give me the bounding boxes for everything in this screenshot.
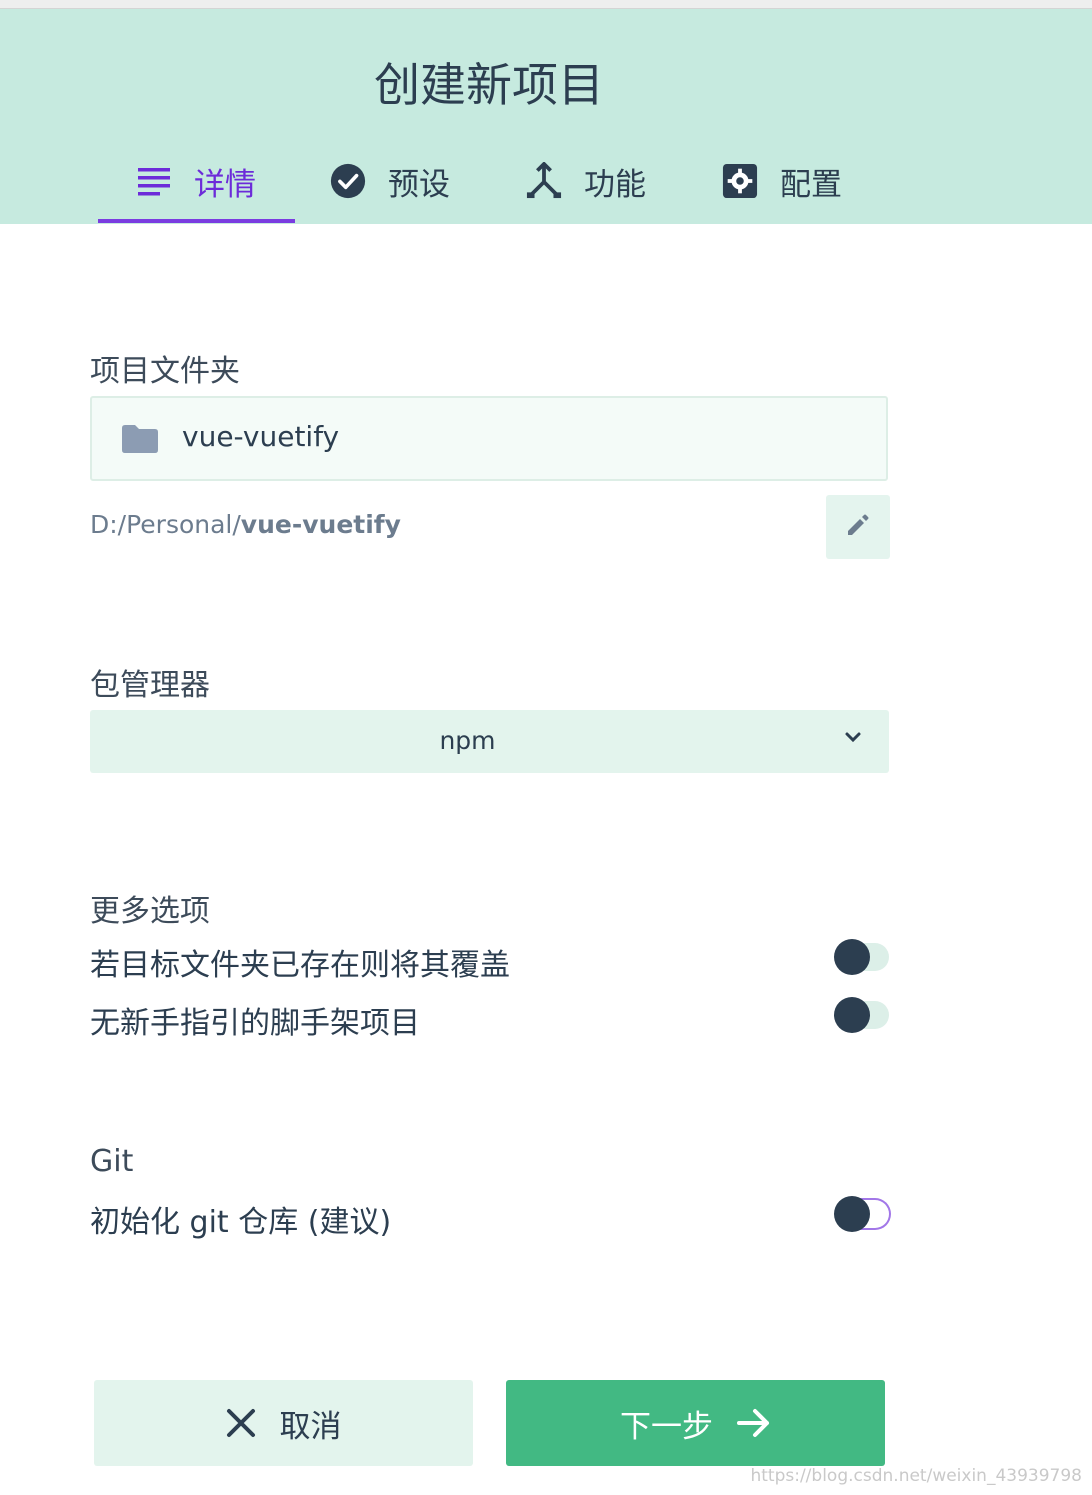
- tab-presets[interactable]: 预设: [330, 148, 450, 214]
- git-section-label: Git: [90, 1144, 134, 1179]
- git-init-toggle[interactable]: [834, 1196, 889, 1232]
- no-guide-option-label: 无新手指引的脚手架项目: [90, 1006, 420, 1041]
- call-split-icon: [526, 162, 562, 199]
- toggle-knob: [834, 1196, 870, 1232]
- settings-box-icon: [722, 163, 758, 199]
- cancel-label: 取消: [279, 1408, 342, 1445]
- tab-label: 功能: [584, 166, 646, 203]
- project-folder-input[interactable]: vue-vuetify: [90, 396, 888, 481]
- next-label: 下一步: [620, 1408, 713, 1445]
- pencil-icon: [845, 512, 871, 542]
- toggle-knob: [834, 997, 870, 1033]
- window-top-border: [0, 0, 1092, 9]
- package-manager-select[interactable]: npm: [90, 710, 889, 773]
- active-tab-indicator: [98, 219, 295, 223]
- project-folder-path: D:/Personal/vue-vuetify: [90, 510, 401, 539]
- overwrite-option-label: 若目标文件夹已存在则将其覆盖: [90, 948, 510, 983]
- watermark: https://blog.csdn.net/weixin_43939798: [750, 1466, 1082, 1486]
- tab-label: 配置: [780, 166, 842, 203]
- package-manager-value: npm: [439, 726, 496, 755]
- edit-path-button[interactable]: [826, 495, 890, 559]
- toggle-knob: [834, 939, 870, 975]
- overwrite-toggle[interactable]: [834, 939, 889, 975]
- chevron-down-icon: [843, 730, 863, 749]
- tab-features[interactable]: 功能: [526, 148, 646, 214]
- page-title: 创建新项目: [374, 58, 604, 112]
- project-folder-label: 项目文件夹: [90, 354, 240, 389]
- close-icon: [226, 1408, 256, 1438]
- arrow-right-icon: [737, 1408, 771, 1438]
- cancel-button[interactable]: 取消: [94, 1380, 473, 1466]
- no-guide-toggle[interactable]: [834, 997, 889, 1033]
- tab-label: 预设: [388, 166, 450, 203]
- tab-label: 详情: [194, 166, 256, 203]
- git-init-label: 初始化 git 仓库 (建议): [90, 1205, 392, 1240]
- path-prefix: D:/Personal/: [90, 510, 241, 539]
- check-circle-icon: [330, 163, 366, 199]
- path-folder-name: vue-vuetify: [240, 510, 401, 539]
- tab-details[interactable]: 详情: [136, 148, 256, 214]
- package-manager-label: 包管理器: [90, 668, 210, 703]
- next-button[interactable]: 下一步: [506, 1380, 885, 1466]
- tab-configuration[interactable]: 配置: [722, 148, 842, 214]
- list-icon: [136, 163, 172, 199]
- more-options-label: 更多选项: [90, 894, 210, 929]
- project-folder-value: vue-vuetify: [182, 420, 340, 453]
- folder-icon: [122, 425, 158, 457]
